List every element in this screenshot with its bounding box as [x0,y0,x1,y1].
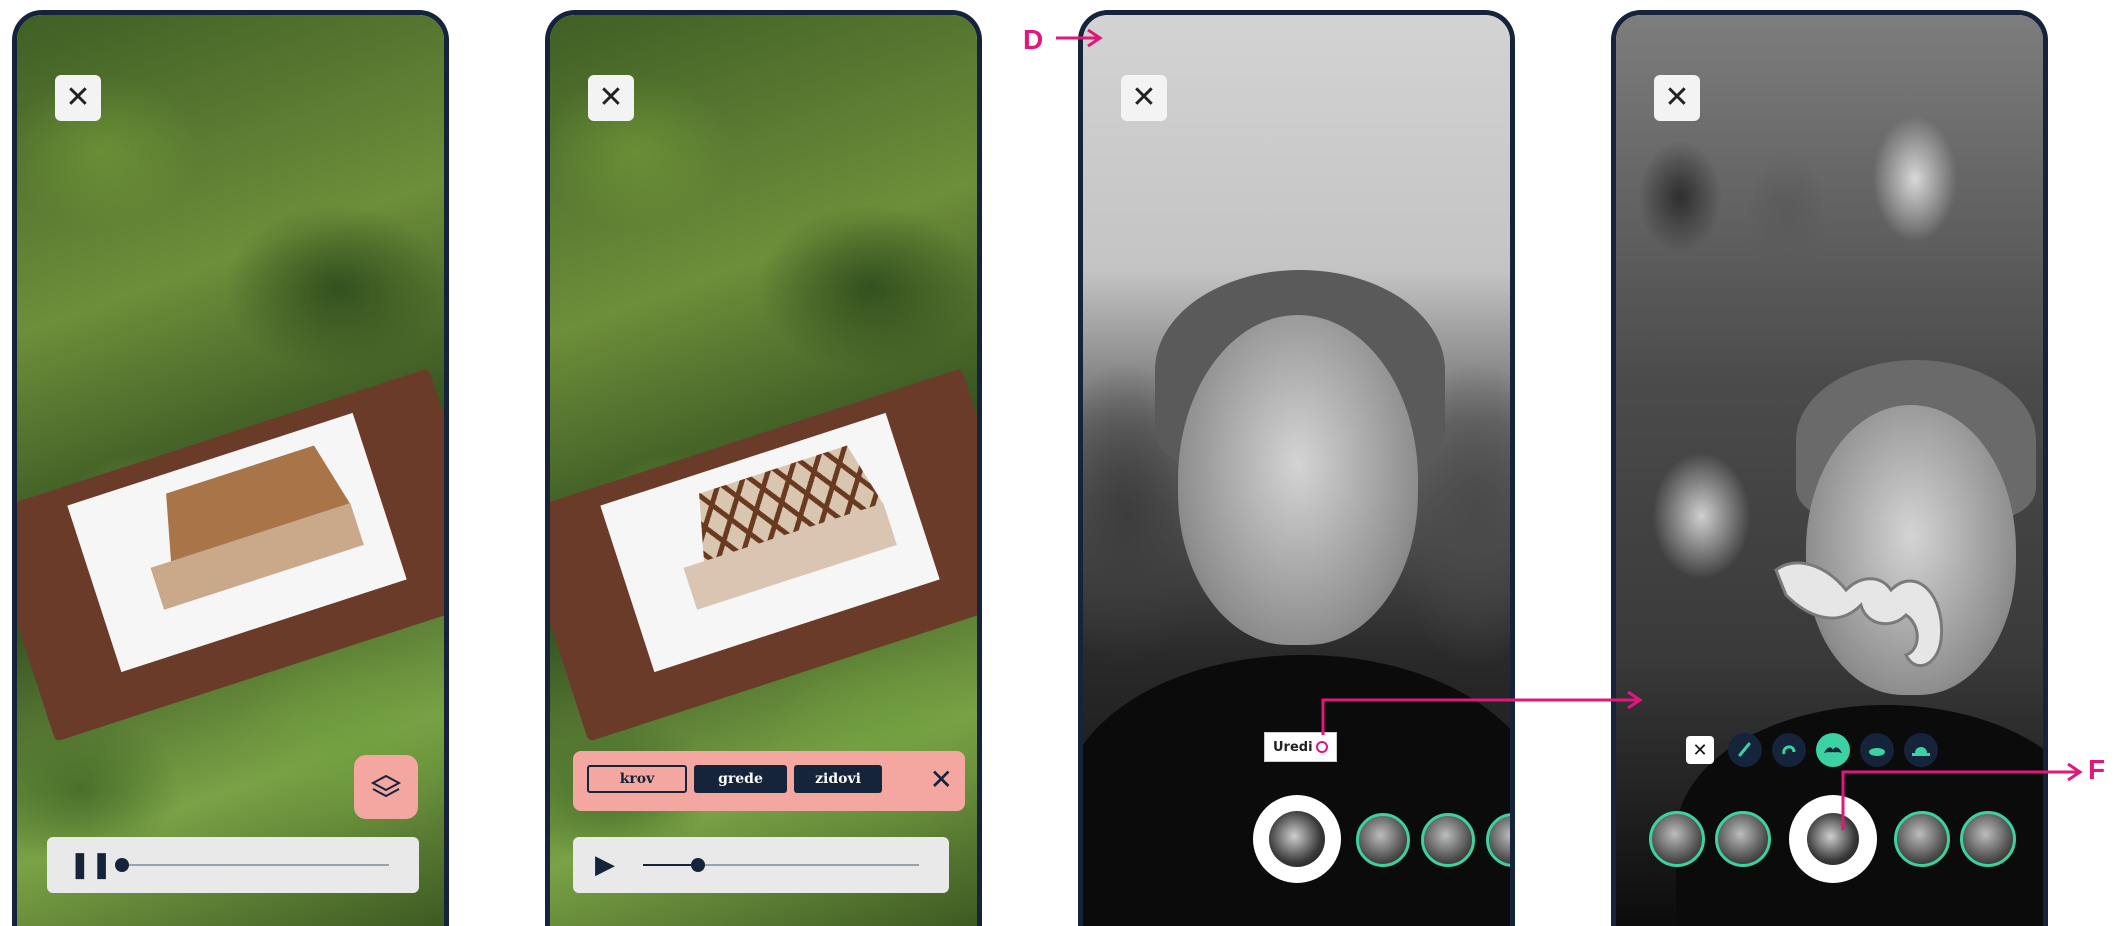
arrow-f-head [2067,762,2083,782]
edit-button[interactable]: Uredi [1264,732,1337,762]
layers-button[interactable] [354,755,418,819]
close-button[interactable]: ✕ [588,75,634,121]
bowler-icon[interactable] [1904,733,1938,767]
close-icon[interactable]: ✕ [1686,736,1714,764]
screen-ar-model-closed: ✕ ❚❚ [12,10,449,926]
capture-button[interactable] [1789,795,1877,883]
filter-thumbnail[interactable] [1960,811,2016,867]
close-button[interactable]: ✕ [1654,75,1700,121]
filter-thumbnail[interactable] [1649,811,1705,867]
layer-zidovi-button[interactable]: zidovi [794,765,882,793]
mustache-icon[interactable] [1816,733,1850,767]
media-player: ❚❚ [47,837,419,893]
close-icon: ✕ [1131,80,1157,115]
close-button[interactable]: ✕ [1121,75,1167,121]
edit-marker-icon [1315,741,1328,753]
layers-icon [370,774,402,798]
pencil-icon[interactable] [1728,733,1762,767]
filter-thumbnail[interactable] [1894,811,1950,867]
seek-knob[interactable] [691,858,706,872]
pause-icon[interactable]: ❚❚ [69,849,113,881]
screen-photo-booth-portrait: ✕ Uredi [1078,10,1515,926]
mustache-sticker[interactable] [1766,555,1976,685]
filter-thumbnail[interactable] [1356,813,1410,867]
layer-selector: krov grede zidovi ✕ [573,751,965,811]
annotation-d-label: D [1023,24,1044,55]
screen-photo-booth-edit: ✕ ✕ [1611,10,2048,926]
capture-preview [1807,813,1859,865]
filter-thumbnail[interactable] [1715,811,1771,867]
play-icon[interactable]: ▶ [595,849,615,881]
face [1178,315,1418,645]
annotation-f-label: F [2088,754,2106,785]
hat-icon[interactable] [1860,733,1894,767]
close-icon: ✕ [1664,80,1690,115]
close-button[interactable]: ✕ [55,75,101,121]
edit-label: Uredi [1273,739,1313,755]
filter-thumbnail[interactable] [1421,813,1475,867]
screen-ar-model-layers: ✕ krov grede zidovi ✕ ▶ [545,10,982,926]
seek-fill [643,864,699,866]
close-layers-icon[interactable]: ✕ [930,763,953,797]
shirt [1083,655,1510,926]
undo-icon[interactable] [1772,733,1806,767]
seek-knob[interactable] [115,858,130,872]
layer-krov-button[interactable]: krov [587,765,687,793]
capture-button[interactable] [1253,795,1341,883]
close-icon: ✕ [598,80,624,115]
capture-preview [1269,811,1325,867]
seek-track[interactable] [117,864,389,866]
close-icon: ✕ [65,80,91,115]
media-player: ▶ [573,837,949,893]
layer-grede-button[interactable]: grede [694,765,787,793]
